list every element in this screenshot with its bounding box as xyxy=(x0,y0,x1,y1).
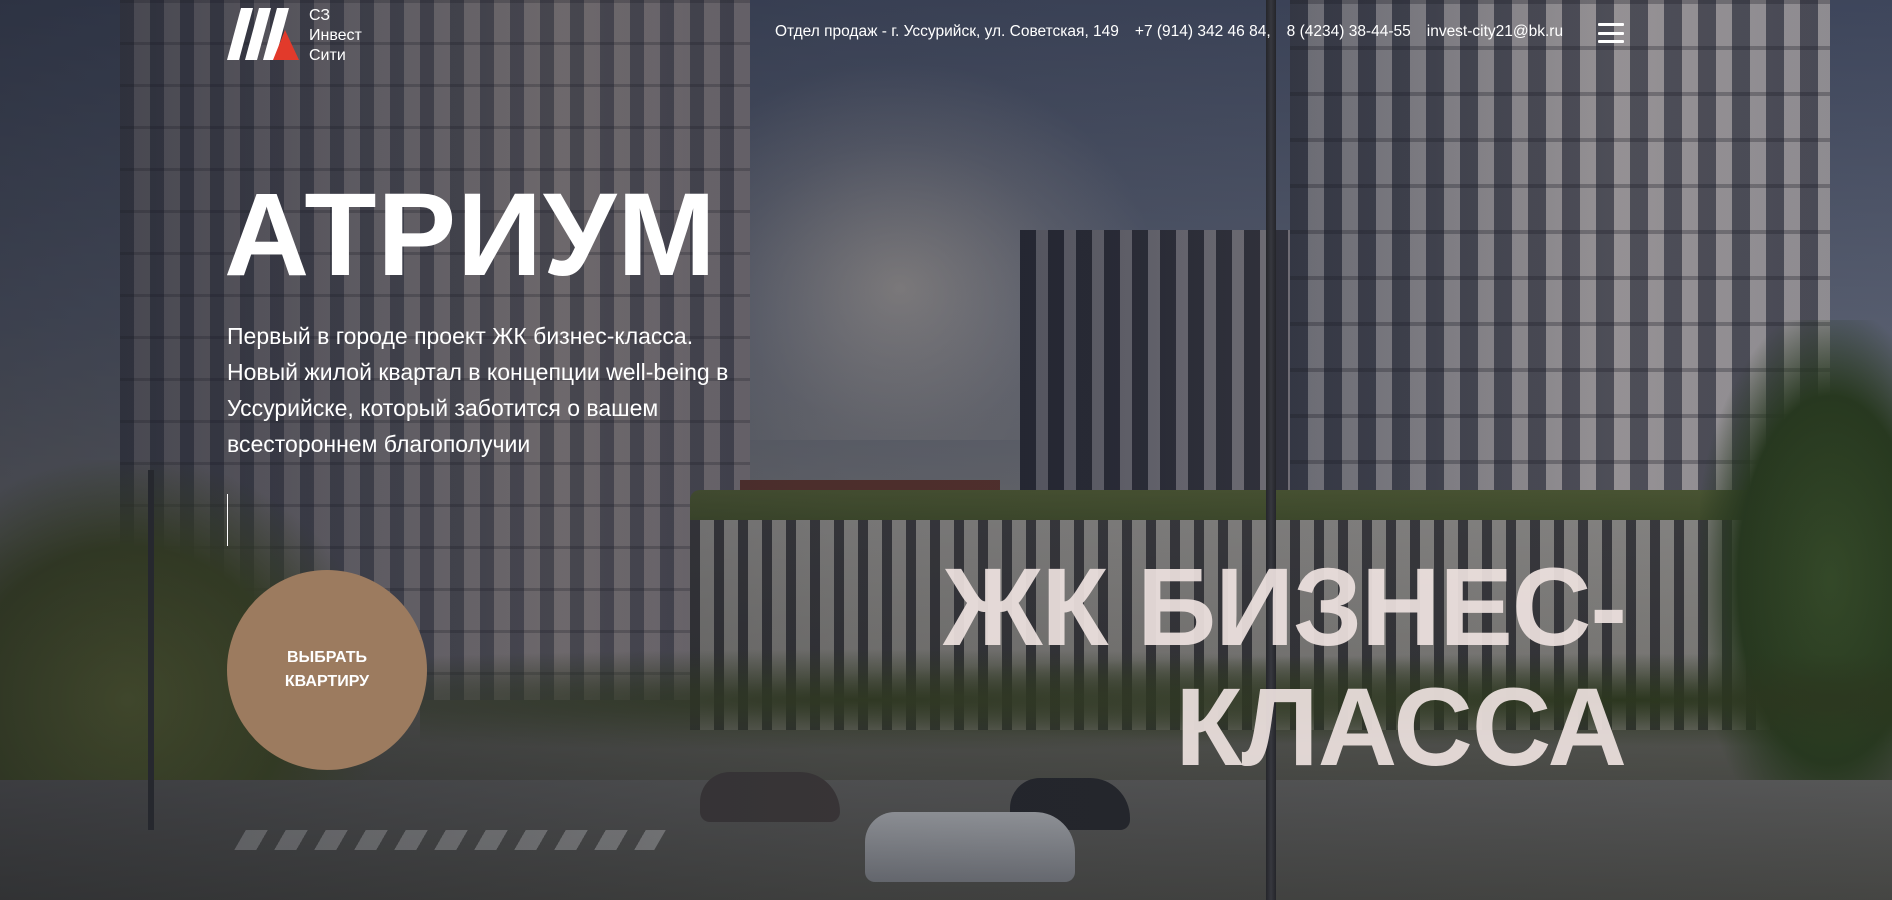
hero-title: АТРИУМ xyxy=(224,169,717,301)
logo-line-3: Сити xyxy=(309,47,346,64)
hero-subtitle: Первый в городе проект ЖК бизнес-класса.… xyxy=(227,323,729,457)
phone-link-2[interactable]: 8 (4234) 38-44-55 xyxy=(1287,23,1411,41)
tagline-line-1: ЖК БИЗНЕС- xyxy=(942,546,1627,669)
logo-line-2: Инвест xyxy=(309,27,362,44)
business-class-tagline: ЖК БИЗНЕС- КЛАССА xyxy=(942,546,1627,789)
choose-apartment-button[interactable]: ВЫБРАТЬ КВАРТИРУ xyxy=(227,570,427,770)
company-logo[interactable]: СЗ Инвест Сити xyxy=(227,6,362,66)
tagline-line-2: КЛАССА xyxy=(1175,666,1627,789)
site-header: СЗ Инвест Сити Отдел продаж - г. Уссурий… xyxy=(0,0,1892,70)
hamburger-menu-icon[interactable] xyxy=(1598,23,1624,43)
sales-office-address: Отдел продаж - г. Уссурийск, ул. Советск… xyxy=(775,23,1119,40)
phone-link-1[interactable]: +7 (914) 342 46 84, xyxy=(1135,23,1271,41)
logo-line-1: СЗ xyxy=(309,7,331,24)
header-contacts: Отдел продаж - г. Уссурийск, ул. Советск… xyxy=(775,23,1579,41)
choose-apartment-label: ВЫБРАТЬ КВАРТИРУ xyxy=(284,649,370,690)
logo-text: СЗ Инвест Сити xyxy=(309,6,362,66)
email-link[interactable]: invest-city21@bk.ru xyxy=(1427,23,1563,41)
divider-line xyxy=(227,494,228,546)
logo-stripes-icon xyxy=(227,8,299,60)
